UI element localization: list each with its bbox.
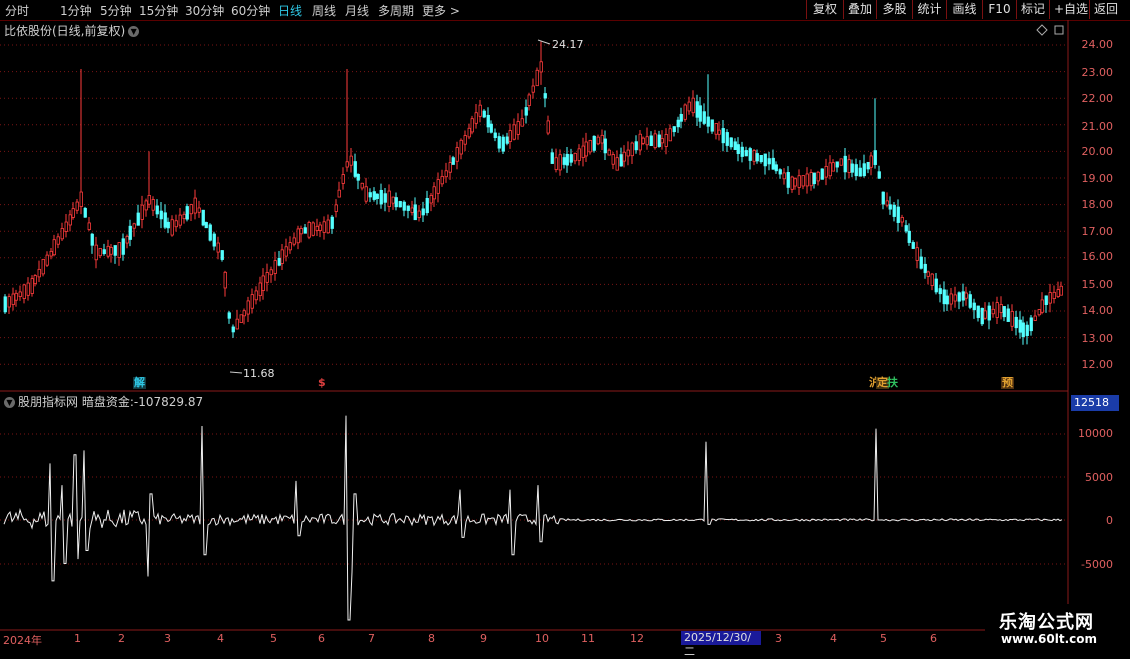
event-tag-yu[interactable]: 预 [1001, 377, 1014, 389]
low-marker [229, 371, 243, 374]
indicator-title-bar: ▼ 股朋指标网 暗盘资金:-107829.87 [4, 393, 203, 410]
high-price-label: 24.17 [552, 38, 584, 51]
date-axis-tick: 4 [217, 632, 224, 645]
grid-lines [0, 44, 1068, 565]
high-marker [537, 39, 551, 45]
date-axis-tick: 1 [74, 632, 81, 645]
indicator-name: 暗盘资金: [81, 395, 134, 409]
price-axis-tick: 15.00 [1081, 278, 1114, 291]
date-axis-tick: 6 [318, 632, 325, 645]
price-axis-tick: 16.00 [1081, 250, 1114, 263]
date-axis-tick: 6 [930, 632, 937, 645]
date-axis-tick: 4 [830, 632, 837, 645]
date-axis-tick: 5 [880, 632, 887, 645]
price-axis-tick: 17.00 [1081, 225, 1114, 238]
date-axis-tick: 7 [368, 632, 375, 645]
low-price-label: 11.68 [243, 367, 275, 380]
price-axis-tick: 13.00 [1081, 332, 1114, 345]
price-axis-tick: 24.00 [1081, 38, 1114, 51]
date-cursor-label: 2025/12/30/二 [681, 631, 761, 658]
price-axis-tick: 22.00 [1081, 92, 1114, 105]
indicator-value: -107829.87 [133, 395, 204, 409]
date-axis-tick: 12 [630, 632, 644, 645]
date-axis-tick: 9 [480, 632, 487, 645]
price-axis-tick: 21.00 [1081, 120, 1114, 133]
date-axis-tick: 11 [581, 632, 595, 645]
date-axis-tick: 2 [118, 632, 125, 645]
indicator-axis-tick: 10000 [1078, 427, 1113, 440]
watermark-url: www.60lt.com [1001, 632, 1098, 646]
indicator-axis-tick: 0 [1106, 514, 1113, 527]
chevron-down-icon[interactable]: ▼ [4, 397, 15, 408]
indicator-line [3, 415, 1063, 621]
event-tag-unlock[interactable]: 解 [133, 377, 146, 389]
indicator-axis-tick: 5000 [1085, 471, 1113, 484]
date-axis-tick: 3 [164, 632, 171, 645]
price-axis-tick: 20.00 [1081, 145, 1114, 158]
date-axis-tick: 3 [775, 632, 782, 645]
price-axis-tick: 18.00 [1081, 198, 1114, 211]
price-axis-tick: 23.00 [1081, 66, 1114, 79]
event-tag-dollar[interactable]: $ [317, 377, 327, 389]
indicator-current-value: 12518 [1071, 395, 1119, 411]
watermark: 乐淘公式网 www.60lt.com [985, 604, 1130, 650]
price-axis-tick: 19.00 [1081, 172, 1114, 185]
indicator-axis-tick: -5000 [1081, 558, 1113, 571]
kline-chart[interactable] [0, 0, 1130, 650]
date-axis-tick: 8 [428, 632, 435, 645]
watermark-title: 乐淘公式网 [999, 612, 1094, 633]
date-axis-tick: 5 [270, 632, 277, 645]
candlesticks [3, 40, 1063, 345]
indicator-source: 股朋指标网 [18, 395, 79, 409]
price-axis-tick: 12.00 [1081, 358, 1114, 371]
event-tag-fu[interactable]: 扶 [886, 377, 899, 389]
price-axis-tick: 14.00 [1081, 304, 1114, 317]
date-axis-tick: 10 [535, 632, 549, 645]
date-axis-tick: 2024年 [3, 634, 42, 647]
